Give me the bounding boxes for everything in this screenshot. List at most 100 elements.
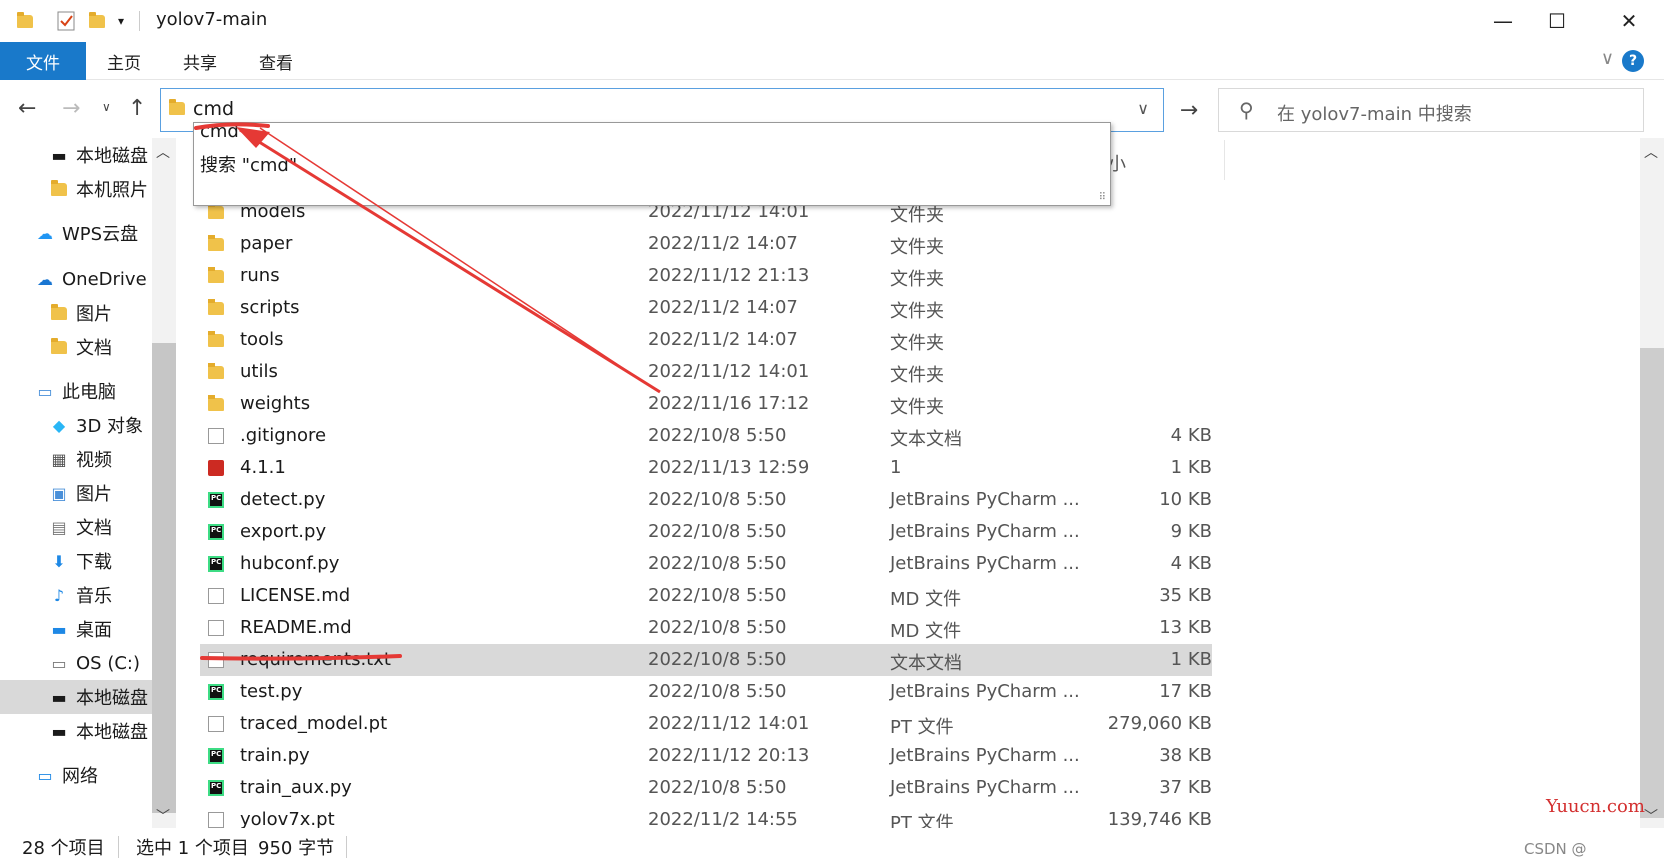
tab-share[interactable]: 共享 — [168, 42, 232, 80]
expand-ribbon-icon[interactable]: ∨ — [1601, 48, 1614, 69]
sidebar-scrollbar[interactable]: ︿ ﹀ — [152, 138, 176, 828]
file-row[interactable]: hubconf.py 2022/10/8 5:50 JetBrains PyChar… — [200, 548, 1212, 580]
customize-toolbar-icon[interactable]: ▾ — [112, 10, 130, 32]
sidebar-item-os-c[interactable]: ▭ OS (C:) — [0, 646, 152, 680]
resize-grip-icon[interactable]: ⠿ — [1099, 192, 1106, 203]
sidebar-item-onedrive[interactable]: ☁ OneDrive — [0, 262, 152, 296]
sidebar-item-3d-objects[interactable]: ◆ 3D 对象 — [0, 408, 152, 442]
file-row[interactable]: requirements.txt 2022/10/8 5:50 文本文档 1 KB — [200, 644, 1212, 676]
autocomplete-item-search[interactable]: 搜索 "cmd" — [200, 151, 297, 177]
new-folder-icon[interactable] — [86, 10, 108, 32]
forward-icon[interactable]: → — [62, 96, 80, 121]
file-list-scrollbar[interactable]: ︿ ﹀ — [1640, 138, 1664, 828]
sidebar-scroll-thumb[interactable] — [152, 343, 176, 813]
scroll-up-icon[interactable]: ︿ — [156, 142, 170, 162]
file-date: 2022/11/2 14:55 — [648, 809, 798, 830]
file-list-scroll-thumb[interactable] — [1640, 348, 1664, 818]
file-row[interactable]: 4.1.1 2022/11/13 12:59 1 1 KB — [200, 452, 1212, 484]
file-row[interactable]: .gitignore 2022/10/8 5:50 文本文档 4 KB — [200, 420, 1212, 452]
properties-icon[interactable] — [54, 10, 78, 32]
folder-icon — [48, 303, 70, 322]
chevron-down-icon[interactable]: ∨ — [1137, 99, 1149, 118]
file-row[interactable]: scripts 2022/11/2 14:07 文件夹 — [200, 292, 1212, 324]
file-row[interactable]: train.py 2022/11/12 20:13 JetBrains PyChar… — [200, 740, 1212, 772]
sidebar-item-music[interactable]: ♪ 音乐 — [0, 578, 152, 612]
file-name: weights — [240, 393, 311, 414]
tab-view[interactable]: 查看 — [244, 42, 308, 80]
file-row[interactable]: export.py 2022/10/8 5:50 JetBrains PyCharm… — [200, 516, 1212, 548]
file-row[interactable]: detect.py 2022/10/8 5:50 JetBrains PyCharm… — [200, 484, 1212, 516]
sidebar-item-local-disk-2[interactable]: ▬ 本地磁盘 — [0, 714, 152, 748]
folder-icon — [208, 203, 224, 219]
file-name: yolov7x.pt — [240, 809, 335, 830]
file-row[interactable]: utils 2022/11/12 14:01 文件夹 — [200, 356, 1212, 388]
up-icon[interactable]: ↑ — [128, 96, 146, 121]
sidebar-item-local-disk-selected[interactable]: ▬ 本地磁盘 — [0, 680, 152, 714]
pycharm-file-icon — [208, 684, 224, 700]
scroll-down-icon[interactable]: ﹀ — [1644, 806, 1658, 826]
search-input[interactable]: ⚲ 在 yolov7-main 中搜索 — [1218, 88, 1644, 132]
file-row[interactable]: README.md 2022/10/8 5:50 MD 文件 13 KB — [200, 612, 1212, 644]
file-row[interactable]: weights 2022/11/16 17:12 文件夹 — [200, 388, 1212, 420]
go-button[interactable]: → — [1168, 88, 1210, 132]
help-button[interactable]: ? — [1622, 50, 1644, 72]
scroll-down-icon[interactable]: ﹀ — [156, 806, 170, 826]
sidebar-item-downloads[interactable]: ⬇ 下载 — [0, 544, 152, 578]
file-date: 2022/10/8 5:50 — [648, 649, 787, 670]
sidebar-item-onedrive-docs[interactable]: 文档 — [0, 330, 152, 364]
file-icon — [208, 812, 224, 828]
sidebar-item-pictures[interactable]: ▣ 图片 — [0, 476, 152, 510]
tab-home[interactable]: 主页 — [92, 42, 156, 80]
file-size: 10 KB — [1159, 489, 1212, 510]
file-date: 2022/10/8 5:50 — [648, 681, 787, 702]
file-row[interactable]: train_aux.py 2022/10/8 5:50 JetBrains PyCh… — [200, 772, 1212, 804]
file-name: 4.1.1 — [240, 457, 286, 478]
csdn-watermark: CSDN @ — [1524, 840, 1587, 858]
back-icon[interactable]: ← — [18, 96, 36, 121]
sidebar-item-network[interactable]: ▭ 网络 — [0, 758, 152, 792]
file-name: train.py — [240, 745, 310, 766]
file-row[interactable]: runs 2022/11/12 21:13 文件夹 — [200, 260, 1212, 292]
item-count: 28 个项目 — [22, 838, 105, 859]
file-date: 2022/10/8 5:50 — [648, 617, 787, 638]
maximize-button[interactable]: ☐ — [1522, 0, 1592, 42]
tab-file[interactable]: 文件 — [0, 42, 86, 80]
file-name: requirements.txt — [240, 649, 391, 670]
file-type: 文件夹 — [890, 301, 944, 322]
close-button[interactable]: ✕ — [1594, 0, 1664, 42]
title-bar: ▾ yolov7-main — ☐ ✕ — [0, 0, 1664, 42]
file-row[interactable]: LICENSE.md 2022/10/8 5:50 MD 文件 35 KB — [200, 580, 1212, 612]
file-row[interactable]: test.py 2022/10/8 5:50 JetBrains PyCharm .… — [200, 676, 1212, 708]
sidebar-item-onedrive-pictures[interactable]: 图片 — [0, 296, 152, 330]
file-date: 2022/11/12 14:01 — [648, 361, 810, 382]
autocomplete-item-cmd[interactable]: cmd — [200, 121, 239, 142]
recent-locations-icon[interactable]: ∨ — [102, 100, 111, 114]
pictures-icon: ▣ — [51, 483, 67, 503]
file-name: tools — [240, 329, 284, 350]
computer-icon: ▭ — [37, 381, 53, 401]
file-row[interactable]: tools 2022/11/2 14:07 文件夹 — [200, 324, 1212, 356]
file-name: .gitignore — [240, 425, 327, 446]
sidebar-item-videos[interactable]: ▦ 视频 — [0, 442, 152, 476]
site-watermark: Yuucn.com — [1546, 796, 1645, 817]
file-type: JetBrains PyCharm ... — [890, 521, 1080, 542]
file-row[interactable]: paper 2022/11/2 14:07 文件夹 — [200, 228, 1212, 260]
scroll-up-icon[interactable]: ︿ — [1644, 142, 1658, 162]
sidebar-item-wps-cloud[interactable]: ☁ WPS云盘 — [0, 216, 152, 250]
status-bar: 28 个项目 选中 1 个项目 950 字节 — [0, 828, 1664, 865]
address-input[interactable]: cmd — [193, 98, 234, 120]
os-drive-icon: ▭ — [51, 653, 67, 673]
sidebar-item-documents[interactable]: ▤ 文档 — [0, 510, 152, 544]
sidebar-item-desktop[interactable]: ▬ 桌面 — [0, 612, 152, 646]
file-date: 2022/11/13 12:59 — [648, 457, 810, 478]
file-type: JetBrains PyCharm ... — [890, 745, 1080, 766]
search-placeholder: 在 yolov7-main 中搜索 — [1277, 104, 1472, 125]
file-row[interactable]: traced_model.pt 2022/11/12 14:01 PT 文件 279,… — [200, 708, 1212, 740]
sidebar-item-local-disk[interactable]: ▬ 本地磁盘 — [0, 138, 152, 172]
sidebar-item-photos[interactable]: 本机照片 — [0, 172, 152, 206]
file-date: 2022/11/16 17:12 — [648, 393, 810, 414]
file-name: test.py — [240, 681, 303, 702]
ribbon-tabs: 文件 主页 共享 查看 ∨ ? — [0, 42, 1664, 80]
sidebar-item-this-pc[interactable]: ▭ 此电脑 — [0, 374, 152, 408]
file-list: models 2022/11/12 14:01 文件夹 paper 2022/11/2 … — [200, 138, 1632, 834]
